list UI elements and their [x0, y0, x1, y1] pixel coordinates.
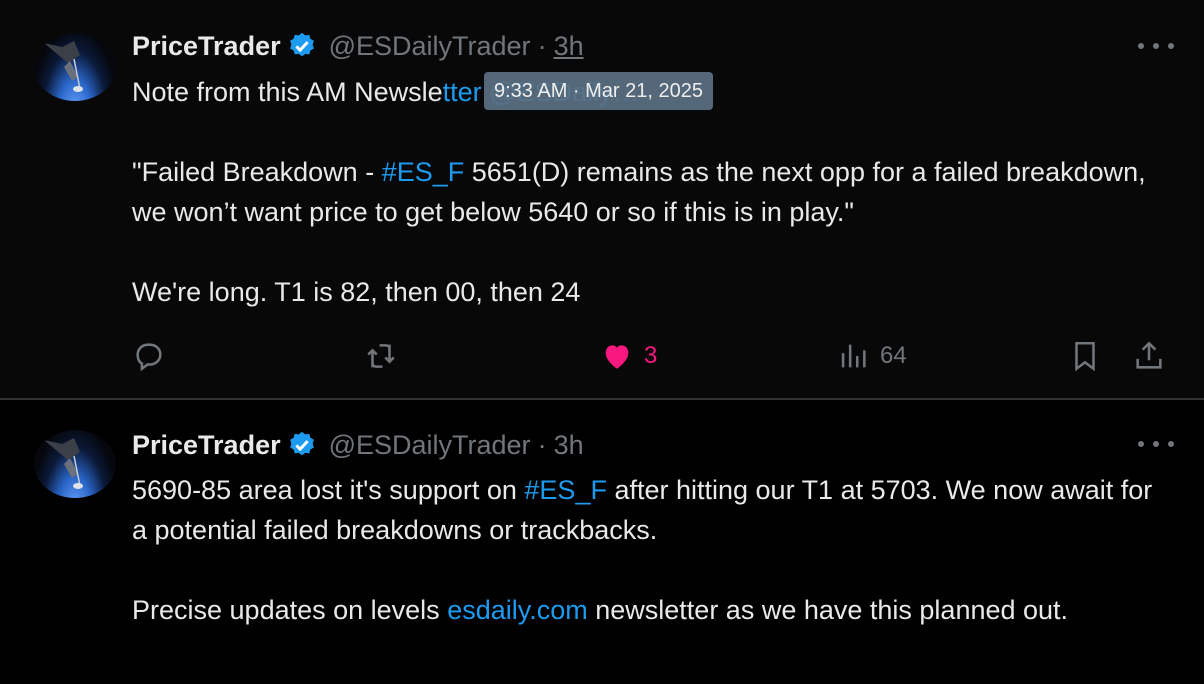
tweet-quote: "Failed Breakdown - #ES_F 5651(D) remain… — [132, 157, 1146, 227]
separator: · — [537, 30, 547, 61]
tweet-2[interactable]: PriceTrader @ESDailyTrader · 3h 5690-85 … — [0, 400, 1204, 684]
verified-badge-icon — [289, 431, 314, 456]
like-button[interactable]: 3 — [600, 336, 657, 376]
share-icon — [1136, 341, 1162, 369]
author-name[interactable]: PriceTrader — [132, 430, 281, 461]
author-handle[interactable]: @ESDailyTrader — [329, 31, 531, 62]
tweet-header: PriceTrader @ESDailyTrader · 3h — [132, 28, 584, 64]
hashtag-link[interactable]: #ES_F — [524, 475, 607, 505]
verified-badge-icon — [289, 32, 314, 57]
views-button[interactable]: 64 — [836, 336, 907, 376]
like-count: 3 — [644, 342, 658, 369]
tweet-actions: 3 64 — [132, 336, 1172, 376]
retweet-button[interactable] — [364, 336, 398, 376]
avatar[interactable] — [34, 430, 116, 498]
timestamp-link[interactable]: 3h — [554, 430, 584, 461]
bookmark-icon — [1075, 341, 1095, 372]
hashtag-link[interactable]: #ES_F — [382, 157, 465, 187]
views-count: 64 — [880, 342, 907, 369]
more-icon[interactable] — [1138, 36, 1174, 56]
timestamp-tooltip: 9:33 AM · Mar 21, 2025 — [484, 72, 714, 110]
tweet-paragraph-2: Precise updates on levels esdaily.com ne… — [132, 595, 1069, 625]
views-icon — [841, 344, 866, 368]
bookmark-button[interactable] — [1068, 336, 1102, 376]
website-link[interactable]: esdaily.com — [447, 595, 588, 625]
reply-button[interactable] — [132, 336, 166, 376]
tweet-line-targets: We're long. T1 is 82, then 00, then 24 — [132, 277, 581, 307]
separator: · — [537, 429, 547, 460]
author-handle[interactable]: @ESDailyTrader — [329, 430, 531, 461]
timestamp-link[interactable]: 3h — [554, 31, 584, 62]
share-button[interactable] — [1132, 336, 1166, 376]
heart-icon — [605, 345, 629, 369]
more-icon[interactable] — [1138, 434, 1174, 454]
avatar[interactable] — [34, 33, 116, 101]
tweet-1[interactable]: PriceTrader @ESDailyTrader · 3h Note fro… — [0, 0, 1204, 400]
tweet-body: 5690-85 area lost it's support on #ES_F … — [132, 470, 1172, 630]
author-name[interactable]: PriceTrader — [132, 31, 281, 62]
retweet-icon — [367, 344, 395, 368]
reply-icon — [136, 343, 162, 372]
tweet-header: PriceTrader @ESDailyTrader · 3h — [132, 427, 584, 463]
tweet-paragraph-1: 5690-85 area lost it's support on #ES_F … — [132, 475, 1153, 545]
